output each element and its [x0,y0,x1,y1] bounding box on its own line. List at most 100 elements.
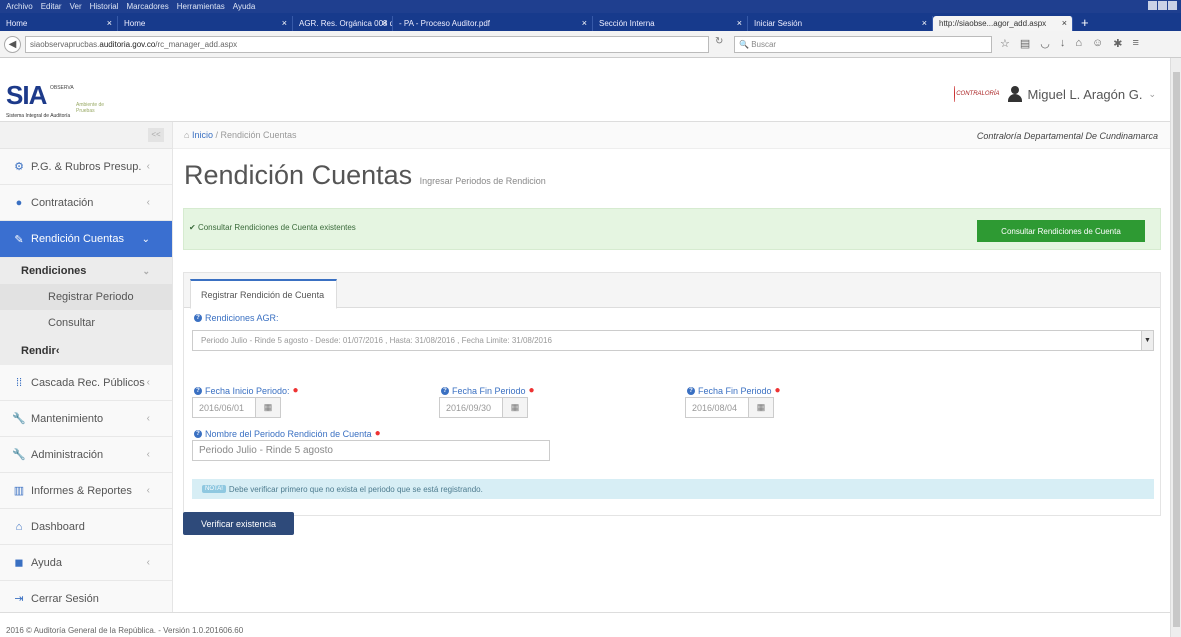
grid-icon: ⁞⁞ [15,376,23,389]
scrollbar-thumb[interactable] [1173,72,1180,627]
chart-icon: ▥ [13,485,25,497]
chevron-icon: ‹ [146,449,150,460]
edit-icon: ✎ [14,233,24,246]
url-domain: auditoria.gov.co [99,40,156,49]
sidebar-item[interactable]: ⚙ P.G. & Rubros Presup. ‹ [0,149,172,185]
required-icon: ● [528,385,535,396]
home-icon: ⌂ [15,520,23,533]
sidebar-item[interactable]: 🔧 Mantenimiento ‹ [0,401,172,437]
nombre-input[interactable]: Periodo Julio - Rinde 5 agosto [192,440,550,461]
minimize-icon[interactable] [1148,1,1157,10]
breadcrumb-separator: / [215,130,218,140]
book-icon: ◼ [14,557,24,569]
close-tab-icon[interactable]: × [282,18,287,28]
sidebar-item-label: Cerrar Sesión [31,592,99,605]
logo-tag: OBSERVA [50,85,74,91]
menu-item[interactable]: Editar [41,2,62,11]
sidebar-item[interactable]: ▥ Informes & Reportes ‹ [0,473,172,509]
collapse-icon[interactable]: << [148,128,164,142]
sia-logo[interactable]: SIA OBSERVA Ambiente de Pruebas Sistema … [6,80,106,120]
consult-button[interactable]: Consultar Rendiciones de Cuenta [977,220,1145,242]
form-panel: Registrar Rendición de Cuenta ? Rendicion… [183,272,1161,516]
fecha-fin2-input[interactable]: 2016/08/04 ▦ [685,397,774,418]
home-icon[interactable]: ⌂ [1075,37,1082,50]
menu-item[interactable]: Herramientas [177,2,225,11]
menu-item[interactable]: Historial [90,2,119,11]
window-controls[interactable] [1148,1,1177,10]
download-icon[interactable]: ↓ [1060,37,1066,50]
close-tab-icon[interactable]: × [582,18,587,28]
user-menu[interactable]: Miguel L. Aragón G. ⌄ [1007,86,1156,102]
pocket-icon[interactable]: ◡ [1040,37,1050,50]
submenu-item[interactable]: Consultar [0,310,172,336]
submenu-group-label: Rendiciones [21,265,87,277]
sidebar-item[interactable]: ✎ Rendición Cuentas ⌄ [0,221,172,258]
maximize-icon[interactable] [1158,1,1167,10]
close-tab-icon[interactable]: × [1062,18,1067,28]
close-icon[interactable] [1168,1,1177,10]
menu-icon[interactable]: ≡ [1133,37,1139,50]
sidebar-item-label: Contratación [31,196,94,209]
sidebar-item[interactable]: ⌂ Dashboard [0,509,172,545]
url-bar[interactable]: siaobservaprucbas. auditoria.gov.co/rc_ma… [25,36,709,53]
sidebar-item[interactable]: ⁞⁞ Cascada Rec. Públicos ‹ [0,365,172,401]
fecha-inicio-value: 2016/06/01 [199,402,245,413]
rendiciones-select[interactable]: Periodo Julio - Rinde 5 agosto - Desde: … [192,330,1154,351]
extension-icon[interactable]: ✱ [1113,37,1122,50]
sidebar-item[interactable]: ◼ Ayuda ‹ [0,545,172,581]
calendar-icon[interactable]: ▦ [255,398,280,417]
sync-icon[interactable]: ☺ [1092,37,1103,50]
browser-tab[interactable]: AGR. Res. Orgánica 003 de 2016 ...× [293,16,393,31]
close-tab-icon[interactable]: × [107,18,112,28]
help-icon: ? [441,386,449,395]
chevron-icon: ‹ [146,377,150,388]
verify-button[interactable]: Verificar existencia [183,512,294,535]
new-tab-icon[interactable]: + [1073,15,1089,31]
browser-tab[interactable]: Sección Interna × [593,16,748,31]
submenu-group-rendir[interactable]: Rendir ‹ [0,336,172,365]
chevron-icon: ‹ [146,161,150,172]
tab-label: Sección Interna [599,19,655,28]
sidebar-item[interactable]: ● Contratación ‹ [0,185,172,221]
sidebar-item-label: Administración [31,448,104,461]
close-tab-icon[interactable]: × [922,18,927,28]
breadcrumb-home[interactable]: Inicio [192,130,213,140]
back-icon[interactable]: ◀ [4,35,21,53]
browser-tab[interactable]: - PA - Proceso Auditor.pdf × [393,16,593,31]
close-tab-icon[interactable]: × [382,18,387,28]
wrench-icon: 🔧 [12,413,26,425]
browser-search-input[interactable]: 🔍 Buscar [734,36,992,53]
required-icon: ● [774,385,781,396]
reload-icon[interactable]: ↻ [715,36,729,53]
page-scrollbar[interactable] [1170,58,1181,637]
contraloria-logo-text: CONTRALORÍA [956,91,1000,97]
menu-item[interactable]: Ayuda [233,2,256,11]
fecha-inicio-input[interactable]: 2016/06/01 ▦ [192,397,281,418]
sidebar-item-label: Ayuda [31,556,62,569]
menu-item[interactable]: Archivo [6,2,33,11]
calendar-icon[interactable]: ▦ [502,398,527,417]
calendar-icon[interactable]: ▦ [748,398,773,417]
tab-registrar[interactable]: Registrar Rendición de Cuenta [190,279,337,309]
sidebar-item-label: P.G. & Rubros Presup. [31,160,142,173]
close-tab-icon[interactable]: × [737,18,742,28]
help-icon: ? [194,386,202,395]
browser-tab[interactable]: http://siaobse...agor_add.aspx × [933,16,1073,31]
browser-tab[interactable]: Home × [0,16,118,31]
browser-tab[interactable]: Iniciar Sesión × [748,16,933,31]
dropdown-arrow-icon[interactable]: ▼ [1141,331,1153,350]
submenu-group[interactable]: Rendiciones ⌄ [0,258,172,284]
footer: 2016 © Auditoría General de la República… [0,612,1170,637]
chevron-icon: ⌄ [141,233,150,245]
fecha-fin-input[interactable]: 2016/09/30 ▦ [439,397,528,418]
header-right: CONTRALORÍA Miguel L. Aragón G. ⌄ [953,85,1156,103]
browser-tab[interactable]: Home × [118,16,293,31]
sidebar-item[interactable]: 🔧 Administración ‹ [0,437,172,473]
submenu-item[interactable]: Registrar Periodo [0,284,172,310]
browser-menubar: Archivo Editar Ver Historial Marcadores Herra… [0,0,1181,13]
menu-item[interactable]: Marcadores [127,2,169,11]
bookmarks-icon[interactable]: ▤ [1020,37,1030,50]
star-icon[interactable]: ☆ [1000,37,1010,50]
help-icon: ? [194,429,202,438]
menu-item[interactable]: Ver [70,2,82,11]
